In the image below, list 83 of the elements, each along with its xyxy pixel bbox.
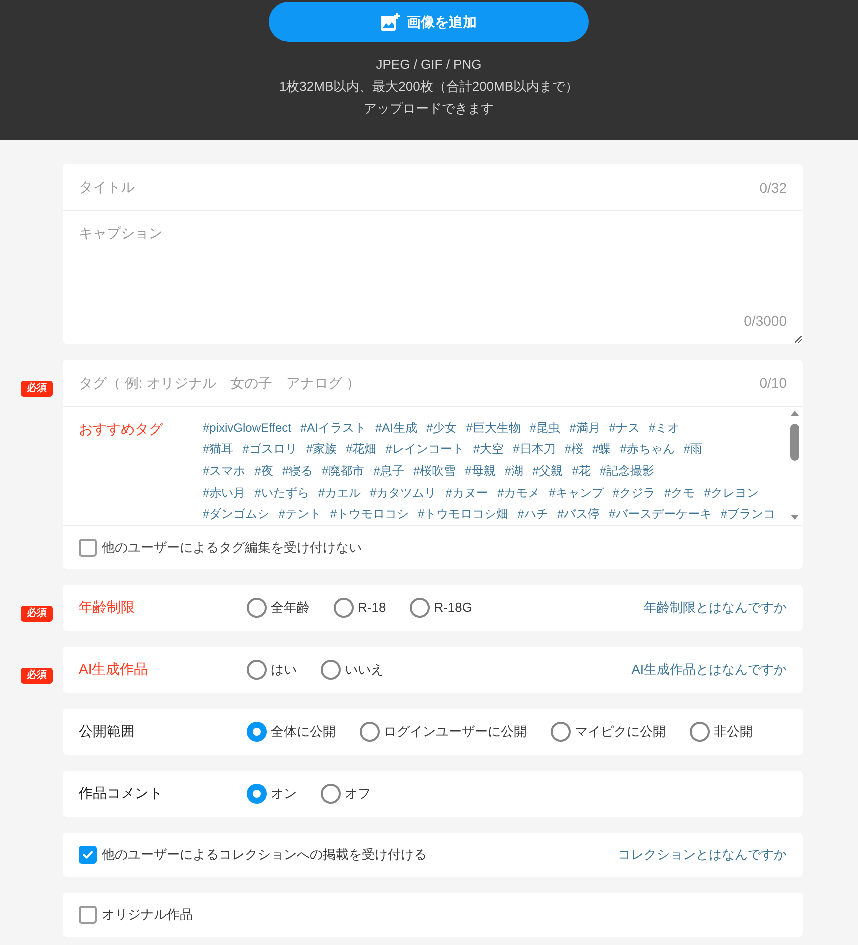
suggested-tag[interactable]: #ナス (609, 418, 640, 437)
suggested-tag[interactable]: #ハチ (518, 505, 548, 524)
checkbox-option[interactable]: 他のユーザーによるタグ編集を受け付けない (79, 538, 362, 558)
suggested-tag[interactable]: #テント (278, 505, 322, 524)
suggested-tag[interactable]: #家族 (306, 440, 338, 458)
help-link[interactable]: AI生成作品とはなんですか (632, 660, 787, 680)
suggested-tag[interactable]: #クレヨン (704, 484, 759, 502)
suggested-tag[interactable]: #カエル (318, 484, 362, 502)
suggested-tag[interactable]: #日本刀 (513, 440, 556, 458)
suggested-tag[interactable]: #AIイラスト (300, 418, 366, 437)
suggested-tag[interactable]: #トウモロコシ畑 (418, 505, 509, 524)
suggested-tag[interactable]: #ゴスロリ (242, 440, 298, 458)
suggested-tag[interactable]: #記念撮影 (600, 462, 655, 480)
checkbox-option[interactable]: 他のユーザーによるコレクションへの掲載を受け付ける (79, 845, 427, 865)
radio-option[interactable]: 全体に公開 (247, 722, 336, 742)
radio-option[interactable]: はい (247, 660, 297, 680)
suggested-tag[interactable]: #トウモロコシ (330, 505, 410, 524)
radio-option[interactable]: 非公開 (690, 722, 753, 742)
required-badge: 必須 (21, 668, 53, 684)
suggested-tag[interactable]: #猫耳 (203, 440, 234, 458)
suggested-tag[interactable]: #寝る (282, 462, 314, 480)
suggested-tag[interactable]: #いたずら (254, 484, 310, 502)
suggested-tag[interactable]: #バースデーケーキ (609, 505, 712, 524)
resize-handle-icon[interactable] (795, 336, 802, 343)
setting-label: 年齢制限 (79, 599, 135, 615)
suggested-tag[interactable]: #バス停 (557, 505, 600, 524)
radio-option[interactable]: R-18G (410, 598, 472, 618)
suggested-tag[interactable]: #巨大生物 (466, 418, 521, 437)
character-counter: 0/32 (760, 179, 787, 198)
suggested-tag[interactable]: #父親 (532, 462, 564, 480)
character-counter: 0/10 (760, 374, 787, 392)
suggested-tag[interactable]: #キャンプ (549, 484, 604, 502)
add-image-button[interactable]: 画像を追加 (269, 2, 589, 42)
suggested-tag[interactable]: #ミオ (648, 418, 680, 437)
radio-option[interactable]: 全年齢 (247, 598, 310, 618)
suggested-tag[interactable]: #カヌー (446, 484, 488, 502)
radio-option[interactable]: オン (247, 784, 297, 804)
suggested-tag[interactable]: #スマホ (203, 462, 246, 480)
radio-option[interactable]: R-18 (334, 598, 386, 618)
suggested-tag[interactable]: #桜 (564, 440, 584, 458)
suggested-tag[interactable]: #pixivGlowEffect (203, 418, 292, 437)
suggested-tag[interactable]: #息子 (374, 462, 404, 480)
suggested-tag[interactable]: #湖 (504, 462, 524, 480)
radio-option[interactable]: いいえ (321, 660, 384, 680)
image-add-icon (381, 12, 401, 32)
suggested-tag[interactable]: #ブランコ (720, 505, 776, 524)
suggested-tag[interactable]: #夜 (254, 462, 274, 480)
suggested-tag[interactable]: #カタツムリ (370, 484, 437, 502)
character-counter: 0/3000 (744, 312, 787, 331)
format-text: JPEG / GIF / PNG (376, 56, 482, 74)
checkbox-option[interactable]: オリジナル作品 (79, 905, 193, 925)
setting-label: 作品コメント (79, 785, 163, 801)
upload-note-text: アップロードできます (364, 100, 494, 118)
recommended-tags-label: おすすめタグ (79, 420, 163, 438)
suggested-tag[interactable]: #ダンゴムシ (203, 505, 270, 524)
required-badge: 必須 (21, 381, 53, 397)
setting-label: AI生成作品 (79, 661, 148, 677)
suggested-tag[interactable]: #大空 (473, 440, 504, 458)
suggested-tag[interactable]: #桜吹雪 (413, 462, 456, 480)
suggested-tag[interactable]: #花 (572, 462, 591, 480)
setting-label: 公開範囲 (79, 723, 135, 739)
suggested-tag[interactable]: #赤い月 (203, 484, 246, 502)
suggested-tag[interactable]: #雨 (684, 440, 703, 458)
help-link[interactable]: コレクションとはなんですか (618, 845, 787, 865)
suggested-tag[interactable]: #カモメ (497, 484, 540, 502)
radio-option[interactable]: マイピクに公開 (551, 722, 666, 742)
suggested-tag[interactable]: #赤ちゃん (620, 440, 675, 458)
radio-option[interactable]: ログインユーザーに公開 (360, 722, 527, 742)
help-link[interactable]: 年齢制限とはなんですか (644, 598, 787, 618)
suggested-tag[interactable]: #昆虫 (530, 418, 561, 437)
radio-option[interactable]: オフ (321, 784, 371, 804)
suggested-tag[interactable]: #母親 (465, 462, 496, 480)
size-limit-text: 1枚32MB以内、最大200枚（合計200MB以内まで） (279, 78, 579, 96)
suggested-tag[interactable]: #花畑 (346, 440, 377, 458)
suggested-tag[interactable]: #満月 (570, 418, 600, 437)
suggested-tag[interactable]: #レインコート (386, 440, 464, 458)
suggested-tag[interactable]: #クモ (664, 484, 696, 502)
required-badge: 必須 (21, 606, 53, 622)
suggested-tag[interactable]: #少女 (426, 418, 458, 437)
suggested-tag[interactable]: #廃都市 (322, 462, 365, 480)
suggested-tag[interactable]: #蝶 (592, 440, 612, 458)
suggested-tag[interactable]: #クジラ (612, 484, 656, 502)
suggested-tag[interactable]: #AI生成 (376, 418, 418, 437)
